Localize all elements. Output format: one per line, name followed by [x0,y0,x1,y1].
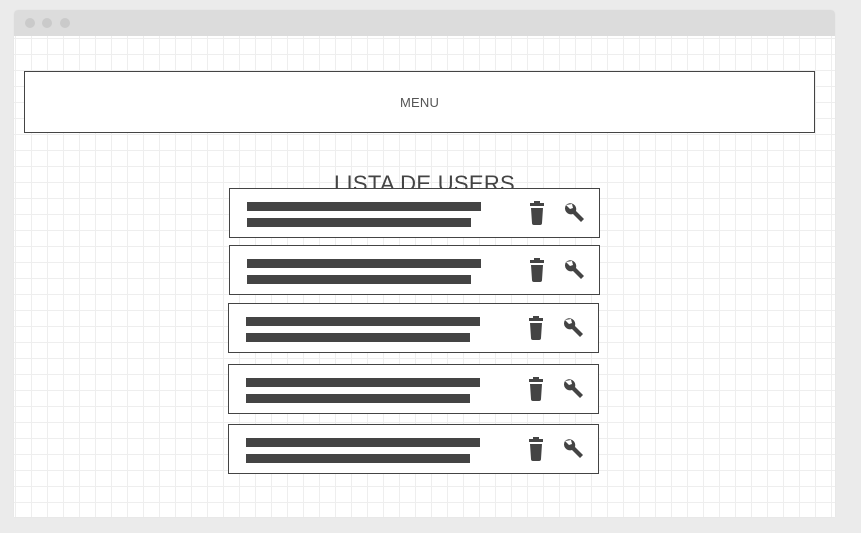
window-control-minimize[interactable] [42,18,52,28]
user-name-placeholder [246,317,480,326]
wrench-icon[interactable] [561,316,585,342]
user-list-item[interactable] [228,424,599,474]
browser-window: MENU LISTA DE USERS [14,10,835,517]
wrench-icon[interactable] [562,201,586,227]
user-detail-placeholder [247,218,471,227]
menu-bar[interactable]: MENU [24,71,815,133]
user-detail-placeholder [246,394,470,403]
wrench-icon[interactable] [562,258,586,284]
user-list-item[interactable] [229,188,600,238]
trash-icon[interactable] [525,258,549,284]
user-name-placeholder [247,259,481,268]
trash-icon[interactable] [524,316,548,342]
page-canvas: MENU LISTA DE USERS [14,36,835,517]
trash-icon[interactable] [525,201,549,227]
user-name-placeholder [247,202,481,211]
user-detail-placeholder [247,275,471,284]
user-list-item[interactable] [228,364,599,414]
window-control-close[interactable] [25,18,35,28]
window-titlebar [14,10,835,36]
user-detail-placeholder [246,454,470,463]
wrench-icon[interactable] [561,437,585,463]
trash-icon[interactable] [524,377,548,403]
user-name-placeholder [246,378,480,387]
wrench-icon[interactable] [561,377,585,403]
user-list-item[interactable] [229,245,600,295]
user-name-placeholder [246,438,480,447]
window-control-maximize[interactable] [60,18,70,28]
menu-label: MENU [399,94,440,110]
user-list-item[interactable] [228,303,599,353]
trash-icon[interactable] [524,437,548,463]
user-detail-placeholder [246,333,470,342]
